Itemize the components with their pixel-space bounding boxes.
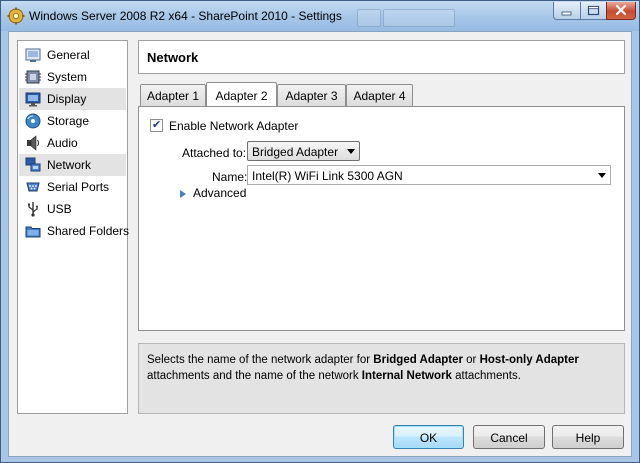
adapter-name-label: Name: [212, 170, 248, 184]
sidebar-item-system[interactable]: System [19, 66, 126, 88]
sidebar-item-label: Audio [47, 136, 78, 150]
sidebar-item-display[interactable]: Display [19, 88, 126, 110]
tab-adapter-2[interactable]: Adapter 2 [206, 82, 277, 106]
close-button[interactable] [606, 2, 636, 20]
attached-to-label: Attached to: [182, 146, 247, 160]
network-icon [25, 157, 41, 172]
page-header: Network [138, 40, 625, 74]
maximize-icon [587, 5, 600, 16]
attached-to-dropdown[interactable]: Bridged Adapter [247, 141, 360, 161]
minimize-icon [561, 11, 572, 16]
background-window-ghost [383, 9, 455, 27]
description-text: attachments. [451, 370, 521, 382]
background-window-ghost [357, 9, 381, 27]
title-bar[interactable]: Windows Server 2008 R2 x64 - SharePoint … [1, 1, 639, 31]
dialog-client-area: General System Display Storage Audio Net… [8, 31, 632, 457]
tab-adapter-4[interactable]: Adapter 4 [346, 84, 413, 106]
sidebar-item-label: USB [47, 202, 72, 216]
expand-arrow-icon [180, 190, 186, 198]
button-label: OK [419, 431, 438, 445]
sidebar-item-label: Shared Folders [47, 224, 130, 238]
tab-label: Adapter 1 [146, 89, 200, 103]
general-icon [25, 48, 41, 62]
description-text: Selects the name of the network adapter … [147, 354, 374, 366]
sidebar-item-label: Storage [47, 114, 90, 128]
maximize-button[interactable] [580, 2, 607, 20]
chevron-down-icon [347, 149, 355, 154]
page-title: Network [147, 50, 199, 65]
description-bold-host-only: Host-only Adapter [479, 354, 579, 366]
adapter-name-value: Intel(R) WiFi Link 5300 AGN [252, 169, 403, 183]
help-description: Selects the name of the network adapter … [147, 352, 617, 384]
sidebar-item-serial-ports[interactable]: Serial Ports [19, 176, 126, 198]
sidebar-item-audio[interactable]: Audio [19, 132, 126, 154]
chevron-down-icon [598, 173, 606, 178]
description-bold-internal: Internal Network [361, 370, 452, 382]
help-description-box: Selects the name of the network adapter … [138, 343, 625, 414]
serial-port-icon [26, 182, 40, 192]
folder-icon [25, 226, 41, 238]
enable-adapter-checkbox[interactable]: ✔ [150, 119, 163, 132]
checkmark-icon: ✔ [152, 119, 162, 131]
enable-adapter-label[interactable]: Enable Network Adapter [169, 119, 298, 133]
description-text: or [462, 354, 480, 366]
usb-icon [28, 202, 38, 217]
sidebar-item-label: General [47, 48, 90, 62]
settings-window: Windows Server 2008 R2 x64 - SharePoint … [0, 0, 640, 463]
attached-to-value: Bridged Adapter [252, 145, 339, 159]
button-label: Cancel [490, 431, 528, 445]
adapter-name-dropdown[interactable]: Intel(R) WiFi Link 5300 AGN [247, 165, 611, 185]
advanced-label: Advanced [193, 186, 247, 200]
sidebar-item-usb[interactable]: USB [19, 198, 126, 220]
close-icon [615, 4, 627, 16]
sidebar-item-label: Display [47, 92, 87, 106]
sidebar-item-label: Serial Ports [47, 180, 110, 194]
minimize-button[interactable] [553, 2, 581, 20]
settings-category-list: General System Display Storage Audio Net… [17, 40, 130, 414]
description-bold-bridged: Bridged Adapter [373, 354, 463, 366]
tab-label: Adapter 2 [215, 89, 268, 103]
ok-button[interactable]: OK [393, 425, 464, 449]
sidebar-item-label: Network [47, 158, 92, 172]
window-title: Windows Server 2008 R2 x64 - SharePoint … [29, 9, 342, 23]
adapter-settings-panel: ✔ Enable Network Adapter Attached to: Br… [138, 106, 625, 331]
disk-icon [25, 113, 41, 129]
gear-icon [7, 7, 25, 25]
cancel-button[interactable]: Cancel [473, 425, 545, 449]
sidebar-item-label: System [47, 70, 88, 84]
tab-adapter-1[interactable]: Adapter 1 [140, 84, 206, 106]
sidebar-item-general[interactable]: General [19, 44, 126, 66]
help-button[interactable]: Help [552, 425, 624, 449]
speaker-icon [27, 135, 39, 151]
sidebar-item-network[interactable]: Network [19, 154, 126, 176]
monitor-icon [25, 92, 41, 107]
sidebar-item-shared-folders[interactable]: Shared Folders [19, 220, 130, 242]
sidebar-item-storage[interactable]: Storage [19, 110, 126, 132]
button-label: Help [575, 431, 601, 445]
tab-adapter-3[interactable]: Adapter 3 [277, 84, 346, 106]
tab-label: Adapter 3 [285, 89, 338, 103]
system-chip-icon [25, 70, 41, 84]
tab-label: Adapter 4 [353, 89, 406, 103]
description-text: attachments and the name of the network [147, 370, 362, 382]
